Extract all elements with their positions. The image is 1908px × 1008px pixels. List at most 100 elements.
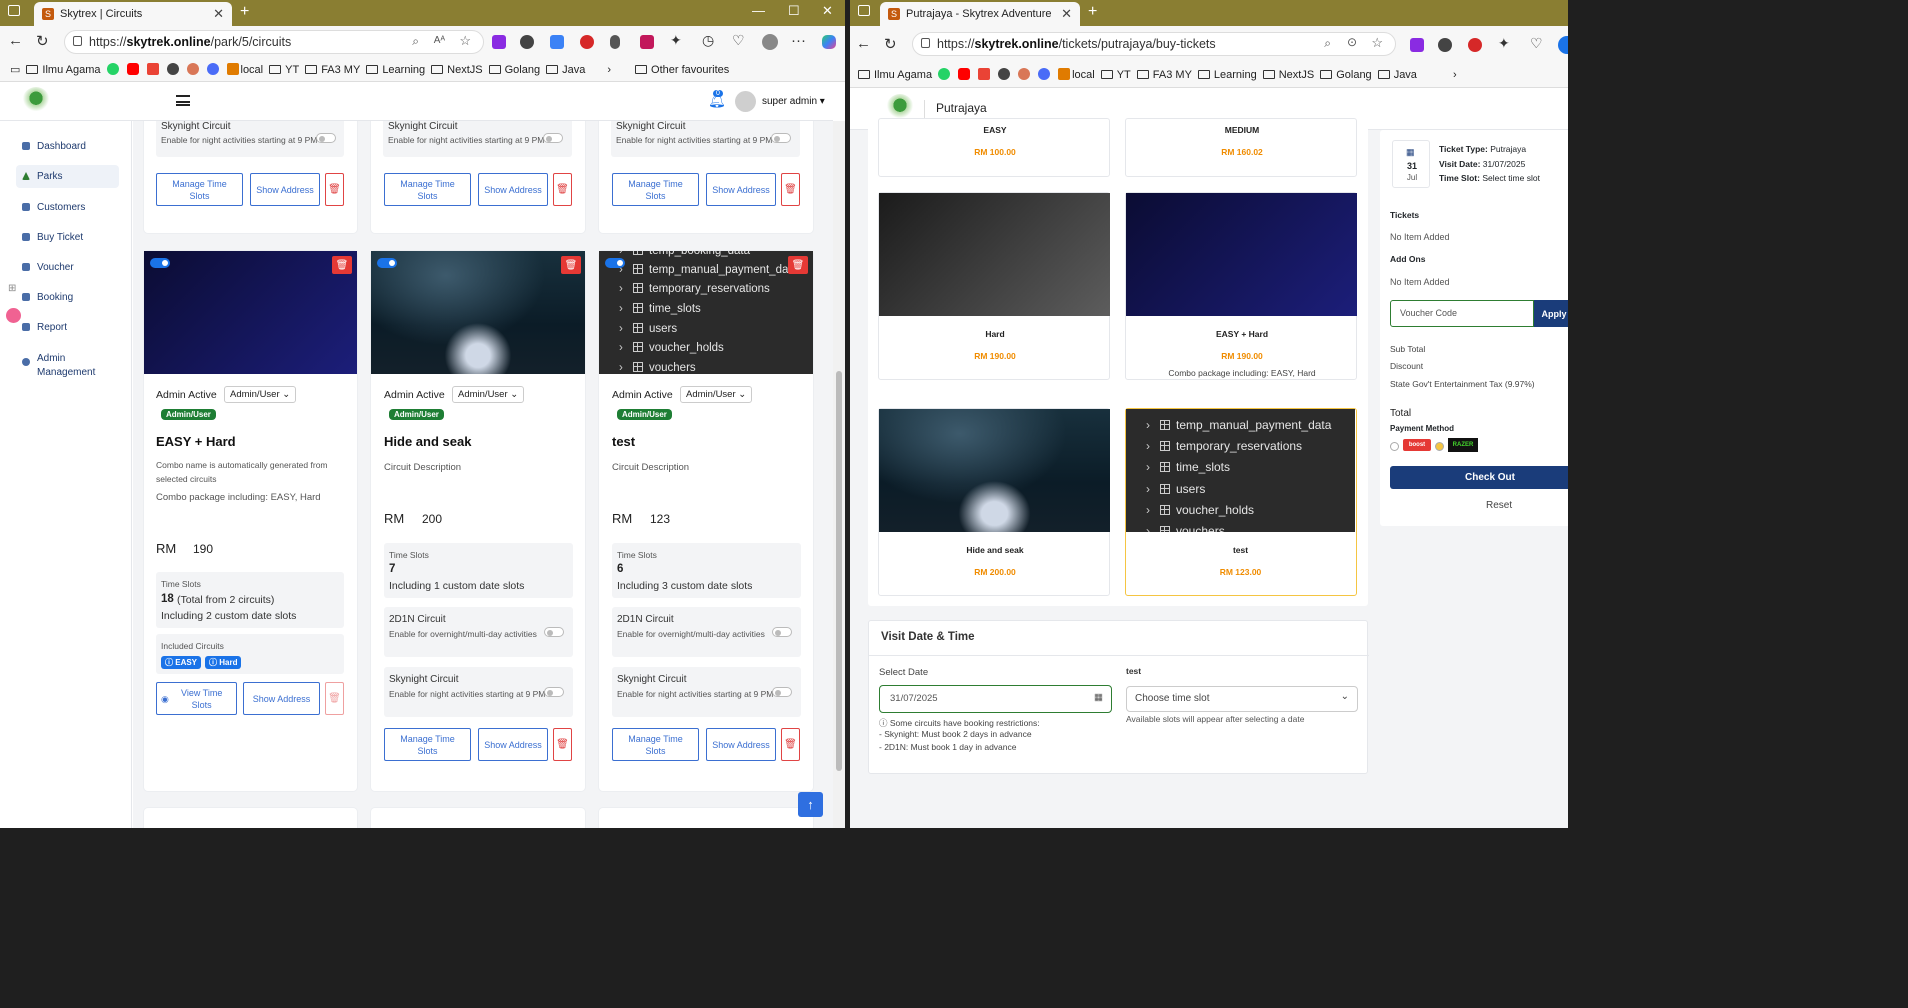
role-select[interactable]: Admin/User ⌄ <box>452 386 525 403</box>
extensions-puzzle-icon[interactable]: ✦ <box>670 32 682 49</box>
delete-image-icon[interactable]: 🗑︎ <box>788 256 808 274</box>
extension-ublock-origin-icon[interactable] <box>580 35 594 49</box>
profile-avatar-icon[interactable] <box>1558 36 1568 54</box>
profile-avatar-icon[interactable] <box>762 34 778 50</box>
bookmark-whatsapp[interactable] <box>106 63 121 76</box>
bookmark-learning[interactable]: Learning <box>366 64 425 76</box>
skynight-toggle[interactable] <box>543 133 563 143</box>
health-icon[interactable]: ♡ <box>732 32 745 49</box>
bookmark-gmail[interactable] <box>978 68 992 81</box>
bookmark-youtube[interactable] <box>126 63 141 76</box>
delete-trash-icon[interactable]: 🗑︎ <box>781 173 800 206</box>
bookmark-nextjs[interactable]: NextJS <box>1262 69 1314 81</box>
product-card-medium[interactable]: MEDIUM RM 160.02 <box>1125 118 1357 177</box>
bookmark-claude[interactable] <box>1018 68 1032 81</box>
copilot-icon[interactable] <box>822 35 836 49</box>
more-menu-icon[interactable]: ··· <box>791 32 806 49</box>
bookmark-ilmu-agama[interactable]: Ilmu Agama <box>26 64 101 76</box>
refresh-icon[interactable]: ↻ <box>36 32 49 50</box>
zoom-icon[interactable]: ⌕ <box>412 34 419 49</box>
skynight-toggle[interactable] <box>772 687 792 697</box>
skynight-toggle[interactable] <box>544 687 564 697</box>
payment-radio-razer[interactable] <box>1435 442 1444 451</box>
bookmark-java[interactable]: Java <box>546 64 585 76</box>
bookmark-gemini[interactable] <box>206 63 221 76</box>
show-address-button[interactable]: Show Address <box>243 682 320 715</box>
active-toggle[interactable] <box>377 258 397 268</box>
chevron-right-icon[interactable]: › <box>607 64 611 76</box>
sidebar-item-parks[interactable]: Parks <box>16 165 119 188</box>
bookmark-whatsapp[interactable] <box>938 68 952 81</box>
bookmark-app-icon[interactable]: ▭ <box>10 63 20 76</box>
show-address-button[interactable]: Show Address <box>706 728 776 761</box>
manage-time-slots-button[interactable]: Manage Time Slots <box>612 728 699 761</box>
view-time-slots-button[interactable]: ◉ View Time Slots <box>156 682 237 715</box>
extension-glasses-icon[interactable] <box>1438 38 1452 52</box>
d2n1-toggle[interactable] <box>544 627 564 637</box>
user-avatar[interactable] <box>735 91 756 112</box>
show-address-button[interactable]: Show Address <box>250 173 320 206</box>
extension-ublock-icon[interactable] <box>492 35 506 49</box>
bookmark-gemini[interactable] <box>1038 68 1052 81</box>
minimize-icon[interactable]: — <box>752 3 765 18</box>
product-card-test-selected[interactable]: temp_manual_payment_data temporary_reser… <box>1125 408 1357 596</box>
extension-mouse-icon[interactable] <box>610 35 620 49</box>
bookmark-fa3my[interactable]: FA3 MY <box>1136 69 1192 81</box>
bookmark-local[interactable]: local <box>1058 68 1095 81</box>
history-icon[interactable]: ◷ <box>702 32 714 49</box>
bookmark-nextjs[interactable]: NextJS <box>431 64 483 76</box>
active-toggle[interactable] <box>605 258 625 268</box>
d2n1-toggle[interactable] <box>772 627 792 637</box>
refresh-icon[interactable]: ↻ <box>884 35 897 53</box>
sidebar-item-customers[interactable]: Customers <box>16 196 119 219</box>
back-icon[interactable]: ← <box>8 32 23 49</box>
product-card-easy-hard[interactable]: EASY + Hard RM 190.00 Combo package incl… <box>1125 192 1357 380</box>
manage-time-slots-button[interactable]: Manage Time Slots <box>156 173 243 206</box>
extension-ublock-icon[interactable] <box>1410 38 1424 52</box>
role-select[interactable]: Admin/User ⌄ <box>680 386 753 403</box>
delete-image-icon[interactable]: 🗑︎ <box>561 256 581 274</box>
bookmark-learning[interactable]: Learning <box>1197 69 1257 81</box>
hamburger-menu-icon[interactable] <box>176 95 190 106</box>
product-card-hide-and-seak[interactable]: Hide and seak RM 200.00 <box>878 408 1110 596</box>
tab-actions-icon[interactable] <box>8 5 20 16</box>
show-address-button[interactable]: Show Address <box>706 173 776 206</box>
extension-screenshot-icon[interactable] <box>550 35 564 49</box>
delete-trash-icon[interactable]: 🗑︎ <box>325 173 344 206</box>
bookmark-java[interactable]: Java <box>1377 69 1417 81</box>
time-slot-select[interactable]: Choose time slot ⌄ <box>1126 686 1358 712</box>
skynight-toggle[interactable] <box>316 133 336 143</box>
role-select[interactable]: Admin/User ⌄ <box>224 386 297 403</box>
bookmark-yt[interactable]: YT <box>1100 69 1131 81</box>
sidebar-item-dashboard[interactable]: Dashboard <box>16 135 119 158</box>
skynight-toggle[interactable] <box>771 133 791 143</box>
favorite-star-icon[interactable]: ☆ <box>1371 35 1383 51</box>
bookmark-claude[interactable] <box>186 63 201 76</box>
manage-time-slots-button[interactable]: Manage Time Slots <box>612 173 699 206</box>
close-tab-icon[interactable]: ✕ <box>1061 6 1072 22</box>
sidebar-item-admin-management[interactable]: Admin Management <box>16 346 119 386</box>
url-field[interactable]: https://skytrek.online/park/5/circuits ⌕… <box>64 30 484 54</box>
delete-trash-icon[interactable]: 🗑︎ <box>781 728 800 761</box>
apps-grid-icon[interactable]: ⊞ <box>8 283 16 294</box>
product-card-hard[interactable]: Hard RM 190.00 <box>878 192 1110 380</box>
payment-radio-boost[interactable] <box>1390 442 1399 451</box>
scroll-to-top-button[interactable]: ↑ <box>798 792 823 817</box>
manage-time-slots-button[interactable]: Manage Time Slots <box>384 728 471 761</box>
extensions-puzzle-icon[interactable]: ✦ <box>1498 35 1510 52</box>
more-options-icon[interactable]: ⊙ <box>1347 35 1357 49</box>
product-card-easy[interactable]: EASY RM 100.00 <box>878 118 1110 177</box>
tab-putrajaya[interactable]: S Putrajaya - Skytrex Adventure ✕ <box>880 2 1080 26</box>
page-scrollbar[interactable] <box>833 121 845 828</box>
new-tab-icon[interactable]: + <box>1088 3 1097 21</box>
delete-image-icon[interactable]: 🗑︎ <box>332 256 352 274</box>
close-window-icon[interactable]: ✕ <box>822 3 833 19</box>
show-address-button[interactable]: Show Address <box>478 173 548 206</box>
bookmark-yt[interactable]: YT <box>269 64 299 76</box>
tab-skytrex-circuits[interactable]: S Skytrex | Circuits ✕ <box>34 2 232 26</box>
checkout-button[interactable]: Check Out <box>1390 466 1568 489</box>
bookmark-youtube[interactable] <box>958 68 972 81</box>
health-icon[interactable]: ♡ <box>1530 35 1543 52</box>
extension-glasses-icon[interactable] <box>520 35 534 49</box>
voucher-code-input[interactable]: Voucher Code <box>1390 300 1534 327</box>
